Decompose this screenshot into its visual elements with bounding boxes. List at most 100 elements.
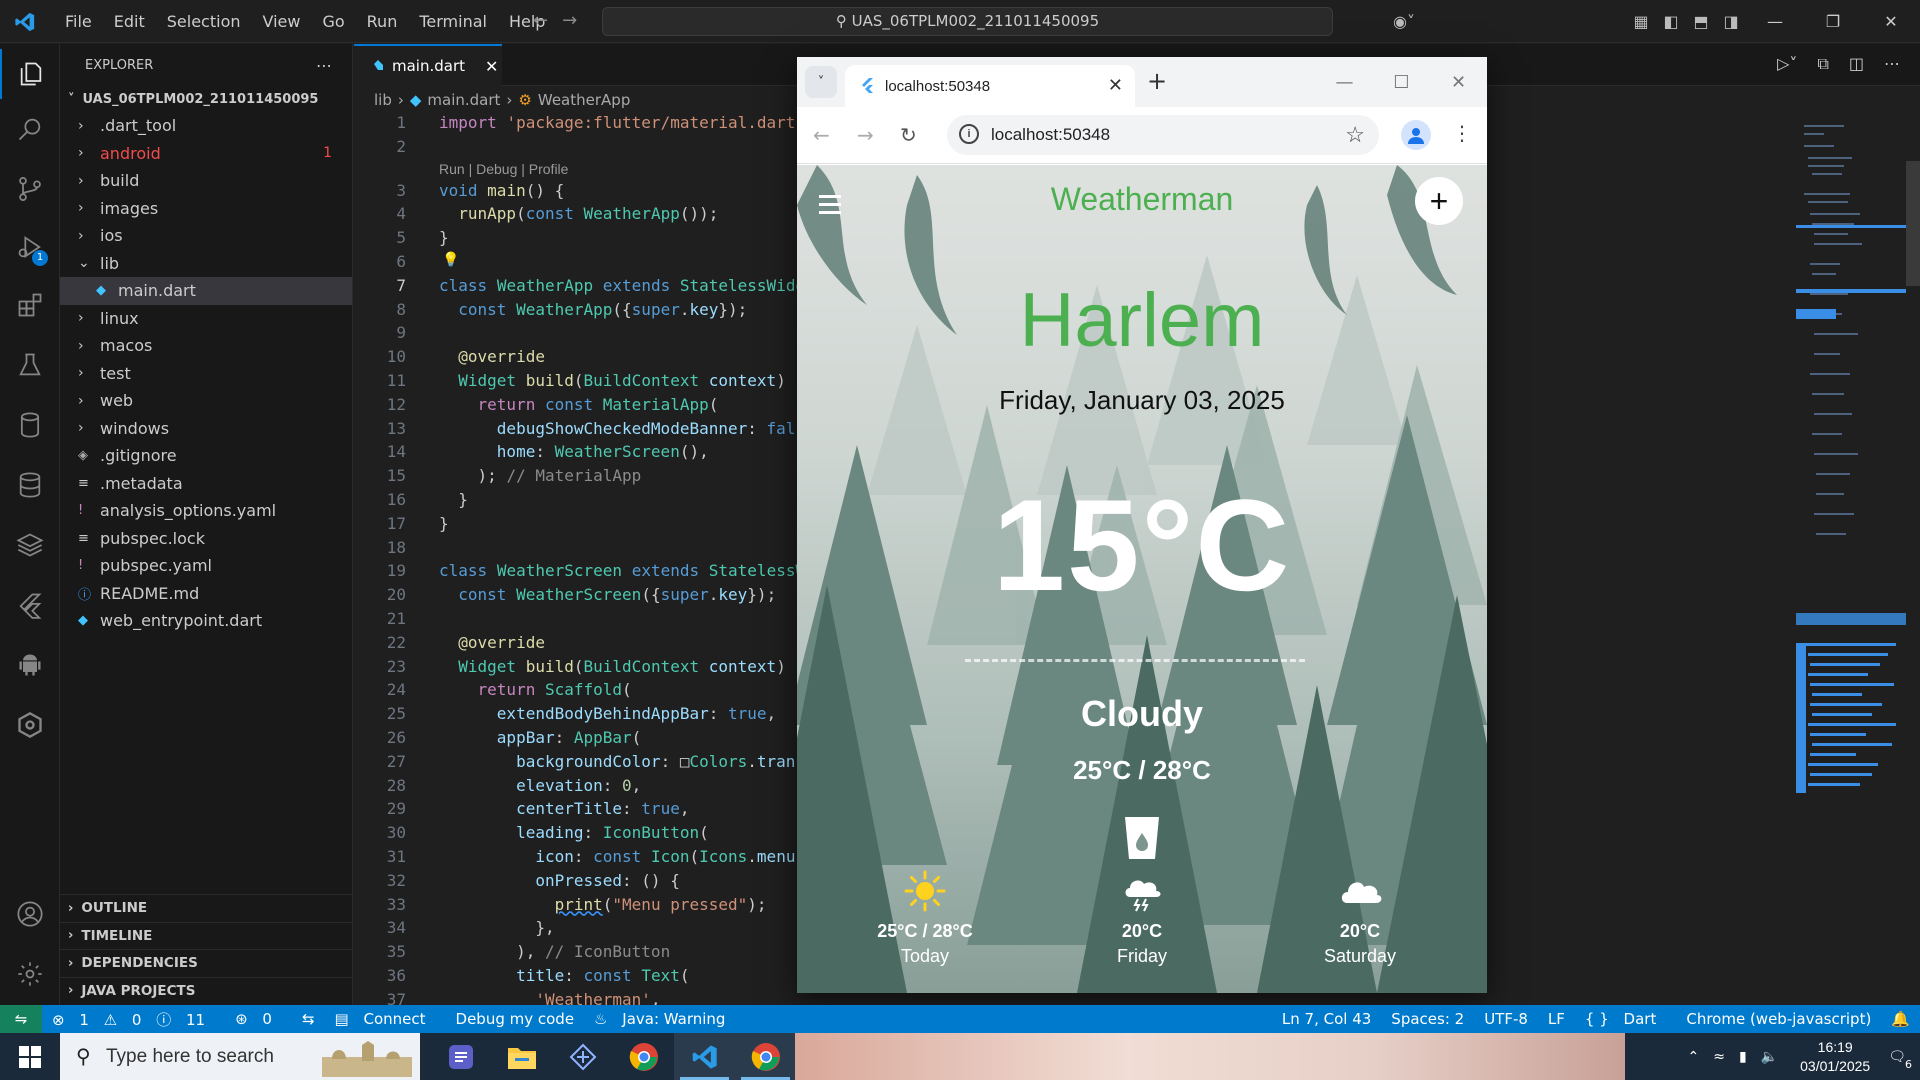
menu-view[interactable]: View [252, 12, 312, 31]
split-editor-icon[interactable]: ◫ [1849, 54, 1864, 74]
tab-search-button[interactable]: ˅ [805, 66, 837, 98]
minimap[interactable] [1796, 113, 1906, 933]
extensions-icon[interactable] [0, 280, 60, 330]
sql-tools-icon[interactable] [0, 460, 60, 510]
tree-item[interactable]: › web [60, 387, 352, 415]
bookmark-star-icon[interactable]: ☆ [1345, 122, 1365, 148]
java-status[interactable]: ♨ Java: Warning [584, 1010, 745, 1028]
back-arrow-icon[interactable]: ← [533, 10, 548, 31]
tree-item[interactable]: › .dart_tool [60, 112, 352, 140]
database-icon[interactable] [0, 400, 60, 450]
forward-arrow-icon[interactable]: → [857, 123, 874, 147]
forward-arrow-icon[interactable]: → [562, 10, 577, 31]
reload-icon[interactable]: ↻ [900, 123, 917, 147]
back-arrow-icon[interactable]: ← [813, 123, 830, 147]
tree-item[interactable]: ≡ pubspec.lock [60, 525, 352, 553]
ports-status[interactable]: ⊛ 0 [225, 1010, 292, 1028]
minimize-icon[interactable]: — [1746, 12, 1804, 31]
taskbar-clock[interactable]: 16:19 03/01/2025 [1800, 1038, 1870, 1076]
section-timeline[interactable]: › TIMELINE [60, 921, 353, 950]
connect-status[interactable]: ▤ Connect [325, 1010, 446, 1028]
taskbar-app-vscode[interactable] [674, 1033, 735, 1080]
address-bar[interactable]: i localhost:50348 ☆ [947, 115, 1379, 155]
encoding[interactable]: UTF-8 [1474, 1010, 1538, 1028]
tree-item[interactable]: ◆ web_entrypoint.dart [60, 607, 352, 635]
tree-item[interactable]: ≡ .metadata [60, 470, 352, 498]
sync-icon[interactable]: ⇆ [292, 1010, 325, 1028]
tree-item[interactable]: › linux [60, 305, 352, 333]
account-icon[interactable] [0, 889, 60, 939]
indentation[interactable]: Spaces: 2 [1381, 1010, 1474, 1028]
taskbar-app-file-explorer[interactable] [491, 1033, 552, 1080]
maximize-icon[interactable]: ☐ [1373, 72, 1430, 93]
menu-file[interactable]: File [54, 12, 103, 31]
close-window-icon[interactable]: ✕ [1862, 12, 1920, 31]
menu-go[interactable]: Go [311, 12, 355, 31]
tree-item[interactable]: › ios [60, 222, 352, 250]
workspace-root[interactable]: ˅ UAS_06TPLM002_211011450095 [60, 86, 352, 112]
tree-item[interactable]: ! pubspec.yaml [60, 552, 352, 580]
close-window-icon[interactable]: ✕ [1430, 72, 1487, 93]
maximize-icon[interactable]: ❐ [1804, 12, 1862, 31]
menu-selection[interactable]: Selection [156, 12, 252, 31]
android-icon[interactable] [0, 640, 60, 690]
copilot-icon[interactable]: ◉˅ [1382, 12, 1426, 31]
layers-icon[interactable] [0, 520, 60, 570]
profile-avatar-icon[interactable] [1401, 120, 1431, 150]
windows-start-icon[interactable] [0, 1033, 60, 1080]
codelens-run-debug[interactable]: Run | Debug | Profile [439, 161, 568, 177]
taskbar-app-chrome-active[interactable] [735, 1033, 796, 1080]
run-debug-dropdown-icon[interactable]: ▷˅ [1777, 54, 1797, 74]
editor-scrollbar[interactable] [1906, 113, 1920, 933]
menu-run[interactable]: Run [356, 12, 409, 31]
section-outline[interactable]: › OUTLINE [60, 894, 353, 922]
search-icon[interactable] [0, 104, 60, 154]
tree-item[interactable]: ! analysis_options.yaml [60, 497, 352, 525]
open-devtools-icon[interactable]: ⧉ [1817, 54, 1828, 74]
section-dependencies[interactable]: › DEPENDENCIES [60, 949, 353, 977]
add-city-button[interactable]: + [1415, 177, 1463, 225]
toggle-panel-icon[interactable]: ⬒ [1686, 12, 1716, 31]
tree-item[interactable]: ◈ .gitignore [60, 442, 352, 470]
breadcrumb-file[interactable]: main.dart [427, 91, 500, 109]
breadcrumb-symbol[interactable]: WeatherApp [538, 91, 630, 109]
menu-edit[interactable]: Edit [103, 12, 156, 31]
explorer-icon[interactable] [0, 49, 60, 99]
taskbar-app-chrome[interactable] [613, 1033, 674, 1080]
toggle-secondary-sidebar-icon[interactable]: ◨ [1716, 12, 1746, 31]
close-tab-icon[interactable]: ✕ [1108, 75, 1123, 96]
line-ending[interactable]: LF [1538, 1010, 1575, 1028]
testing-icon[interactable] [0, 340, 60, 390]
settings-gear-icon[interactable] [0, 949, 60, 999]
taskbar-search[interactable]: ⚲ Type here to search [60, 1033, 420, 1080]
browser-tab[interactable]: localhost:50348 ✕ [845, 65, 1135, 107]
new-tab-button[interactable]: + [1147, 67, 1167, 95]
cursor-position[interactable]: Ln 7, Col 43 [1272, 1010, 1381, 1028]
breadcrumb-lib[interactable]: lib [374, 91, 392, 109]
toggle-sidebar-icon[interactable]: ◧ [1656, 12, 1686, 31]
tree-item[interactable]: › test [60, 360, 352, 388]
debug-my-code[interactable]: Debug my code [446, 1010, 585, 1028]
taskbar-app-notes[interactable] [430, 1033, 491, 1080]
lightbulb-icon[interactable]: 💡 [442, 252, 459, 268]
tree-item[interactable]: ◆ main.dart [60, 277, 352, 305]
problems-status[interactable]: ⊗ 1 ⚠ 0 ⓘ 11 [42, 1009, 225, 1030]
site-info-icon[interactable]: i [959, 124, 979, 144]
command-center-search[interactable]: ⚲ UAS_06TPLM002_211011450095 [602, 7, 1333, 36]
volume-icon[interactable]: 🔈 [1761, 1049, 1778, 1065]
tree-item[interactable]: › build [60, 167, 352, 195]
minimize-icon[interactable]: — [1316, 72, 1373, 93]
target-device[interactable]: Chrome (web-javascript) [1676, 1010, 1881, 1028]
network-icon[interactable]: ≈ [1713, 1049, 1725, 1065]
remote-indicator-icon[interactable]: ⇋ [0, 1005, 42, 1033]
tree-item[interactable]: › images [60, 195, 352, 223]
more-actions-icon[interactable]: ⋯ [1884, 54, 1900, 74]
close-tab-icon[interactable]: ✕ [485, 57, 498, 76]
notifications-bell-icon[interactable]: 🔔 [1881, 1010, 1920, 1028]
more-actions-icon[interactable]: ⋯ [316, 56, 332, 75]
tree-item[interactable]: ⓘ README.md [60, 580, 352, 608]
run-debug-icon[interactable]: 1 [0, 222, 60, 272]
battery-icon[interactable]: ▮ [1739, 1049, 1747, 1065]
tab-main-dart[interactable]: main.dart ✕ [354, 44, 502, 86]
section-java-projects[interactable]: › JAVA PROJECTS [60, 976, 353, 1005]
